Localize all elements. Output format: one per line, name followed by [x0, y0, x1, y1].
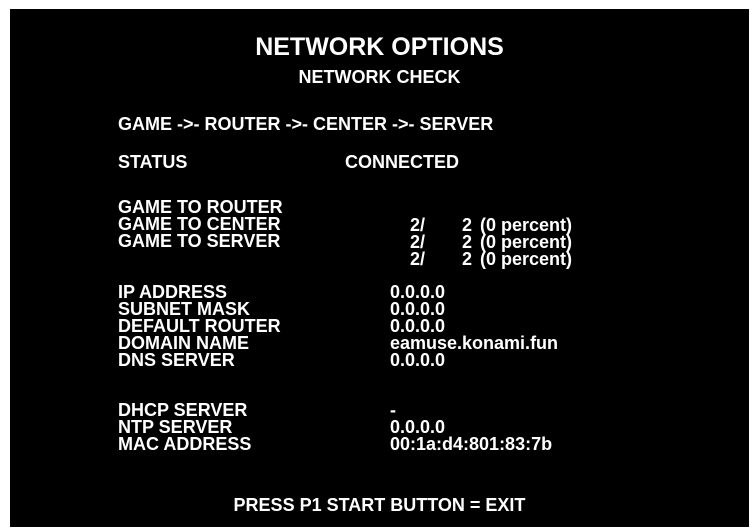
page-title: NETWORK OPTIONS	[255, 33, 504, 61]
check-ok-count: 2/	[410, 249, 426, 269]
dns-server-value: 0.0.0.0	[390, 350, 446, 370]
status-label: STATUS	[118, 152, 188, 172]
network-route: GAME ->- ROUTER ->- CENTER ->- SERVER	[118, 114, 494, 134]
network-options-screen: NETWORK OPTIONS NETWORK CHECK GAME ->- R…	[10, 9, 749, 527]
mac-address-value: 00:1a:d4:801:83:7b	[390, 434, 553, 454]
check-total-count: 2	[462, 249, 473, 269]
check-percent: (0 percent)	[480, 249, 573, 269]
dns-server-label: DNS SERVER	[118, 350, 235, 370]
mac-address-label: MAC ADDRESS	[118, 434, 252, 454]
check-value-server: 2/2 (0 percent)	[390, 232, 572, 286]
exit-instruction: PRESS P1 START BUTTON = EXIT	[233, 495, 526, 515]
status-value: CONNECTED	[345, 152, 460, 172]
check-label-server: GAME TO SERVER	[118, 231, 281, 251]
page-subtitle: NETWORK CHECK	[298, 67, 461, 87]
